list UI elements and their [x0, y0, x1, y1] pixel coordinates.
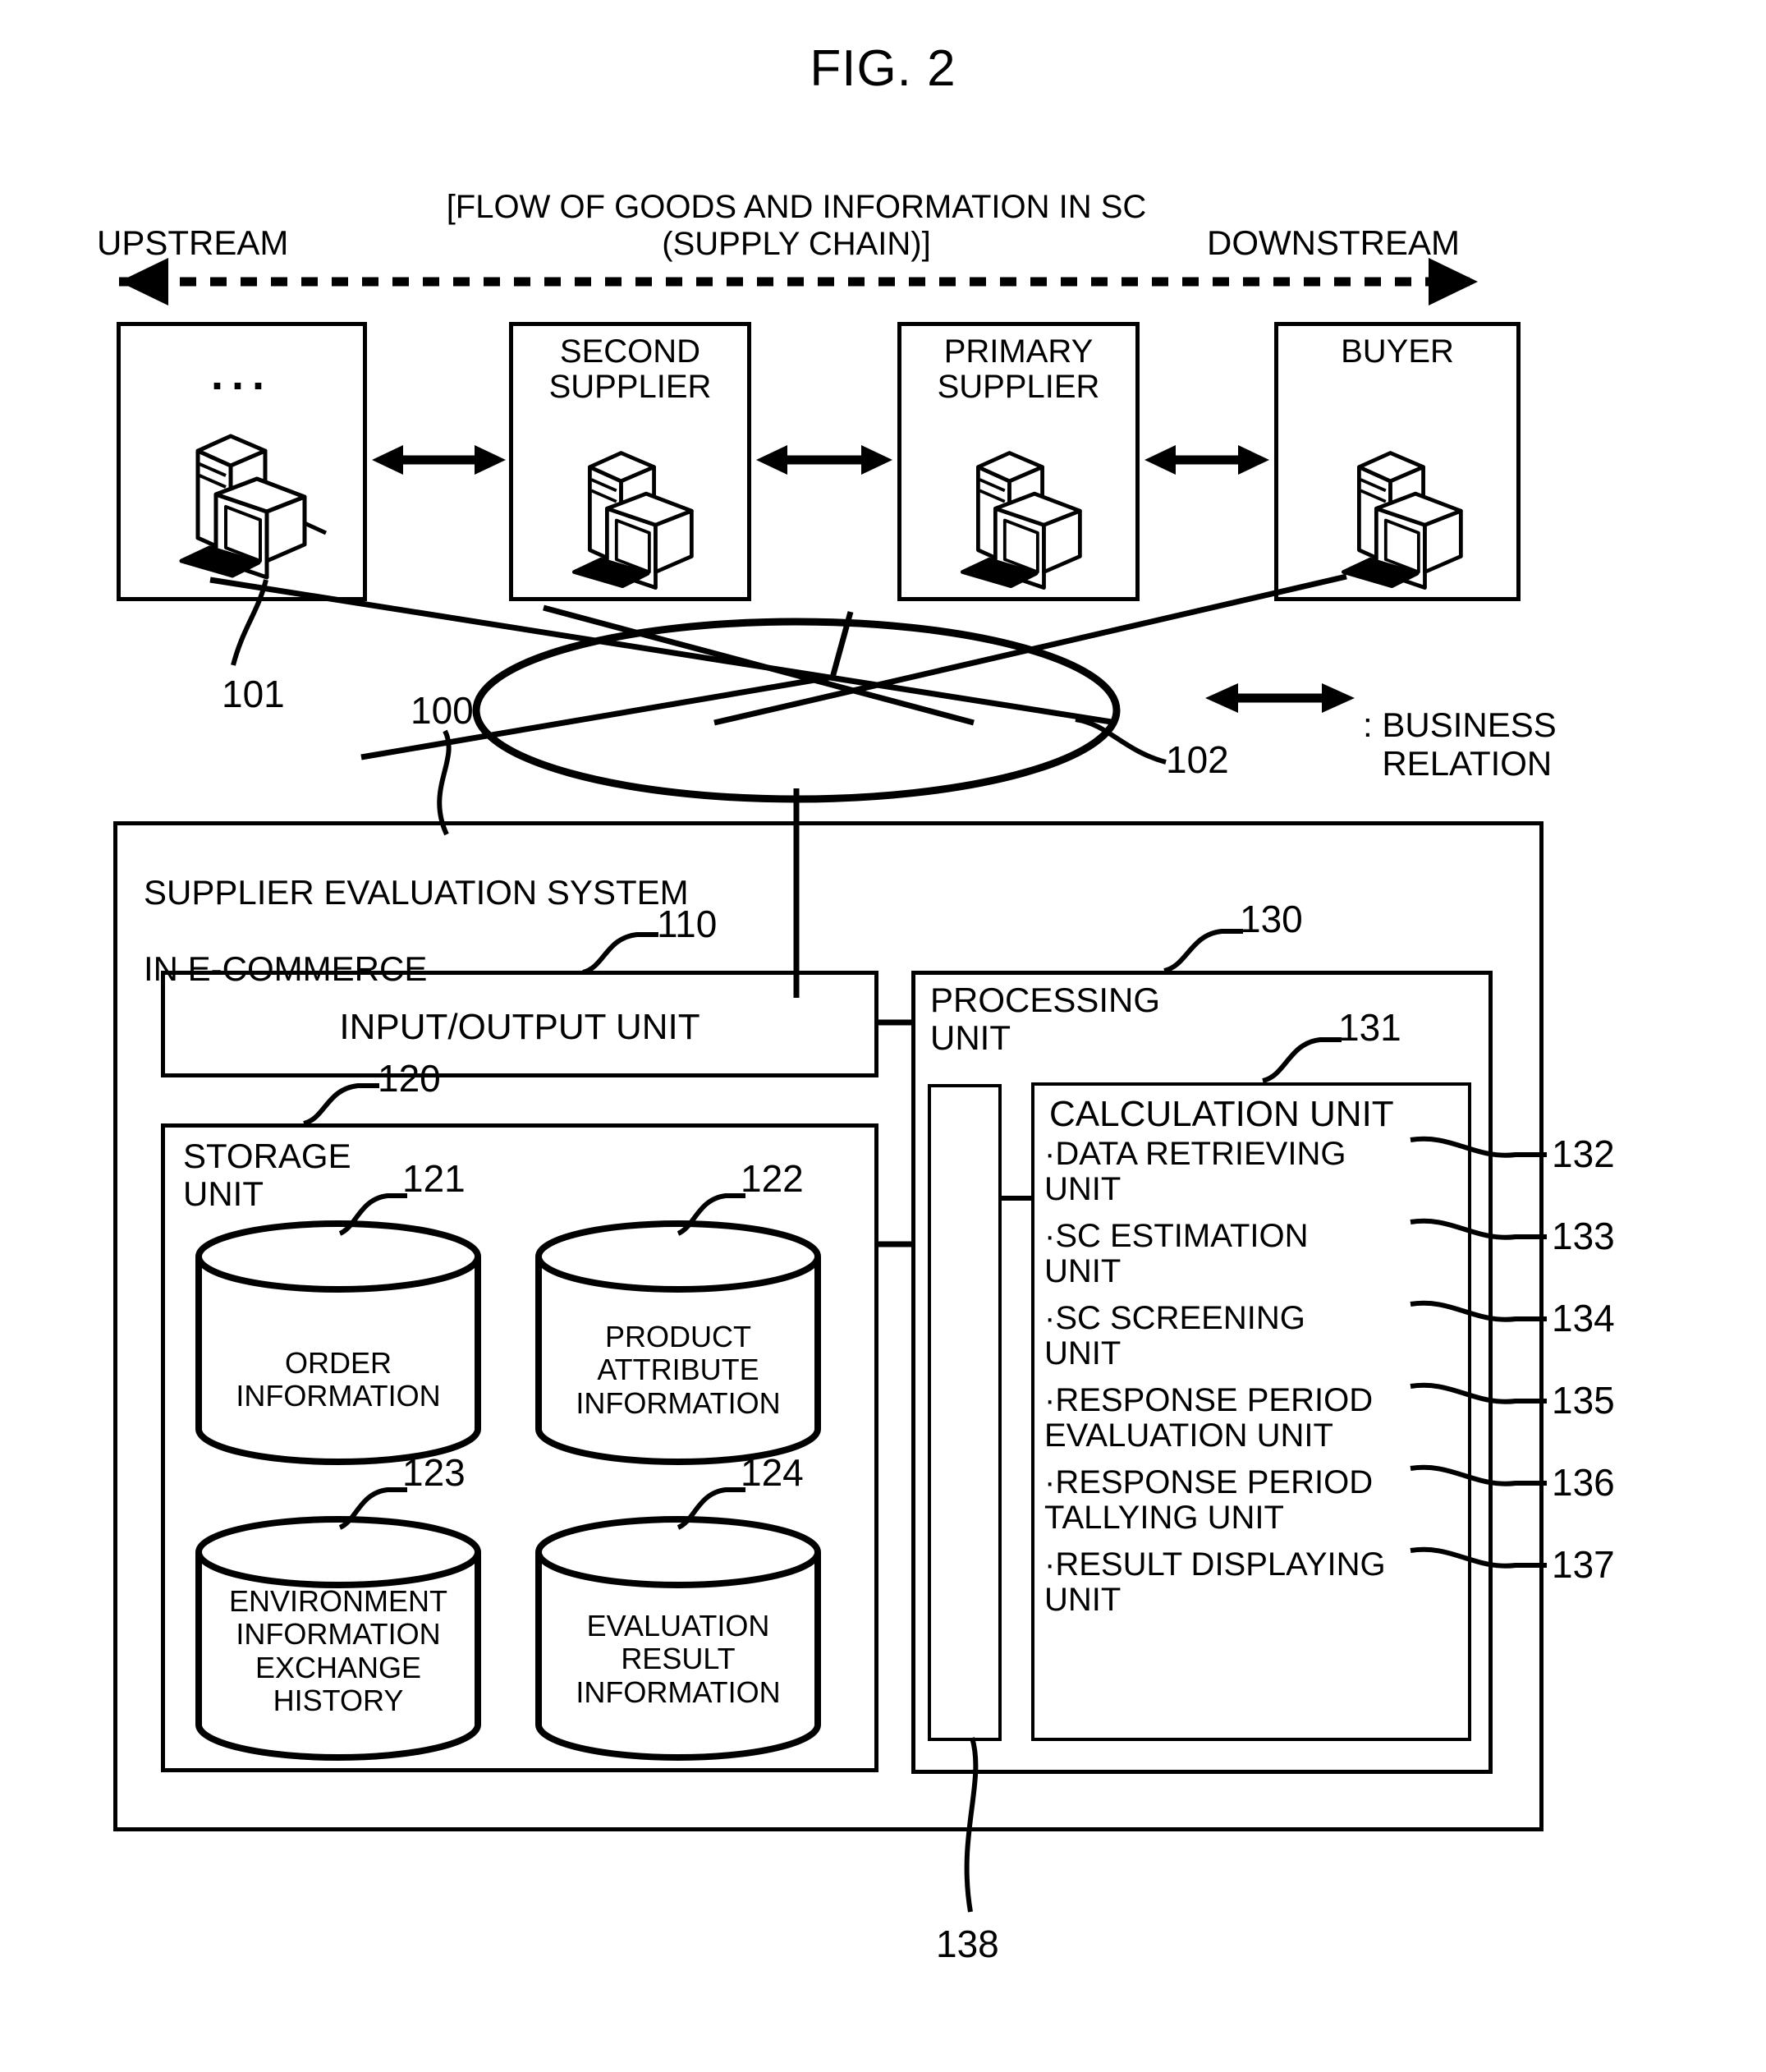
database-label-124: EVALUATION RESULT INFORMATION: [576, 1609, 781, 1709]
computer-icon: [1341, 451, 1463, 590]
figure-title: FIG. 2: [810, 40, 956, 97]
legend-arrow-icon: [1205, 683, 1355, 713]
ref-131: 131: [1338, 1006, 1401, 1049]
ref-102: 102: [1166, 738, 1229, 781]
legend-label: : BUSINESS RELATION: [1363, 667, 1557, 783]
ref-123: 123: [402, 1451, 466, 1494]
database-label-121: ORDER INFORMATION: [236, 1346, 441, 1413]
business-relation-arrow-2-3: [1144, 445, 1269, 475]
sc-node-label-2: PRIMARY SUPPLIER: [937, 333, 1100, 406]
ref-122: 122: [741, 1157, 804, 1200]
ref-135-leader: [1410, 1382, 1547, 1404]
calc-item-137[interactable]: ·RESULT DISPLAYING UNIT: [1044, 1546, 1386, 1618]
ref-132-leader: [1410, 1136, 1547, 1158]
ref-110: 110: [657, 903, 718, 945]
database-label-123: ENVIRONMENT INFORMATION EXCHANGE HISTORY: [228, 1584, 447, 1717]
ref-138-leader: [964, 1737, 979, 1913]
calc-item-134[interactable]: ·SC SCREENING UNIT: [1044, 1300, 1305, 1371]
ref-100: 100: [411, 689, 474, 732]
ref-132: 132: [1552, 1132, 1615, 1175]
ref-133-leader: [1410, 1218, 1547, 1240]
bus-calculation-connector: [998, 1196, 1031, 1201]
ref-138: 138: [936, 1923, 999, 1965]
ref-101: 101: [222, 673, 285, 715]
processing-unit-label: PROCESSING UNIT: [930, 981, 1161, 1058]
flow-caption-line-1: [FLOW OF GOODS AND INFORMATION IN SC: [446, 189, 1147, 225]
sc-node-label-1: SECOND SUPPLIER: [548, 333, 712, 406]
input-output-unit-label: INPUT/OUTPUT UNIT: [339, 1007, 700, 1047]
ref-136: 136: [1552, 1461, 1615, 1504]
sc-node-label-3: BUYER: [1341, 333, 1454, 370]
ref-101-leader: [231, 579, 268, 666]
ref-133: 133: [1552, 1215, 1615, 1257]
system-title-line-1: SUPPLIER EVALUATION SYSTEM: [144, 873, 689, 912]
flow-direction-arrow: [119, 258, 1478, 306]
ref-134-leader: [1410, 1300, 1547, 1322]
processing-bus-box[interactable]: [928, 1084, 1002, 1741]
ref-137: 137: [1552, 1543, 1615, 1586]
calc-item-136[interactable]: ·RESPONSE PERIOD TALLYING UNIT: [1044, 1464, 1373, 1536]
database-label-122: PRODUCT ATTRIBUTE INFORMATION: [576, 1320, 781, 1420]
calculation-unit-label: CALCULATION UNIT: [1049, 1094, 1394, 1134]
calc-item-133[interactable]: ·SC ESTIMATION UNIT: [1044, 1218, 1308, 1289]
database-cylinder-121[interactable]: [190, 1220, 486, 1465]
ellipsis-icon: ...: [210, 350, 273, 399]
input-output-unit-box[interactable]: INPUT/OUTPUT UNIT: [161, 971, 878, 1077]
calc-item-132[interactable]: ·DATA RETRIEVING UNIT: [1044, 1136, 1346, 1207]
storage-processing-connector: [877, 1241, 911, 1247]
ref-121: 121: [402, 1157, 466, 1200]
legend-colon: :: [1363, 705, 1373, 745]
business-relation-arrow-0-1: [372, 445, 506, 475]
sc-node-box-3[interactable]: BUYER: [1274, 322, 1521, 601]
storage-unit-label: STORAGE UNIT: [183, 1137, 351, 1214]
io-processing-connector: [877, 1019, 911, 1026]
ref-130: 130: [1240, 898, 1303, 940]
ref-120: 120: [378, 1057, 441, 1100]
ref-134: 134: [1552, 1297, 1615, 1339]
business-relation-arrow-1-2: [756, 445, 892, 475]
ref-136-leader: [1410, 1464, 1547, 1486]
ref-135: 135: [1552, 1379, 1615, 1422]
figure-canvas: FIG. 2 [FLOW OF GOODS AND INFORMATION IN…: [0, 0, 1766, 2072]
calc-item-135[interactable]: ·RESPONSE PERIOD EVALUATION UNIT: [1044, 1382, 1373, 1454]
legend-text: BUSINESS RELATION: [1382, 705, 1557, 783]
ref-137-leader: [1410, 1546, 1547, 1569]
ref-124: 124: [741, 1451, 804, 1494]
